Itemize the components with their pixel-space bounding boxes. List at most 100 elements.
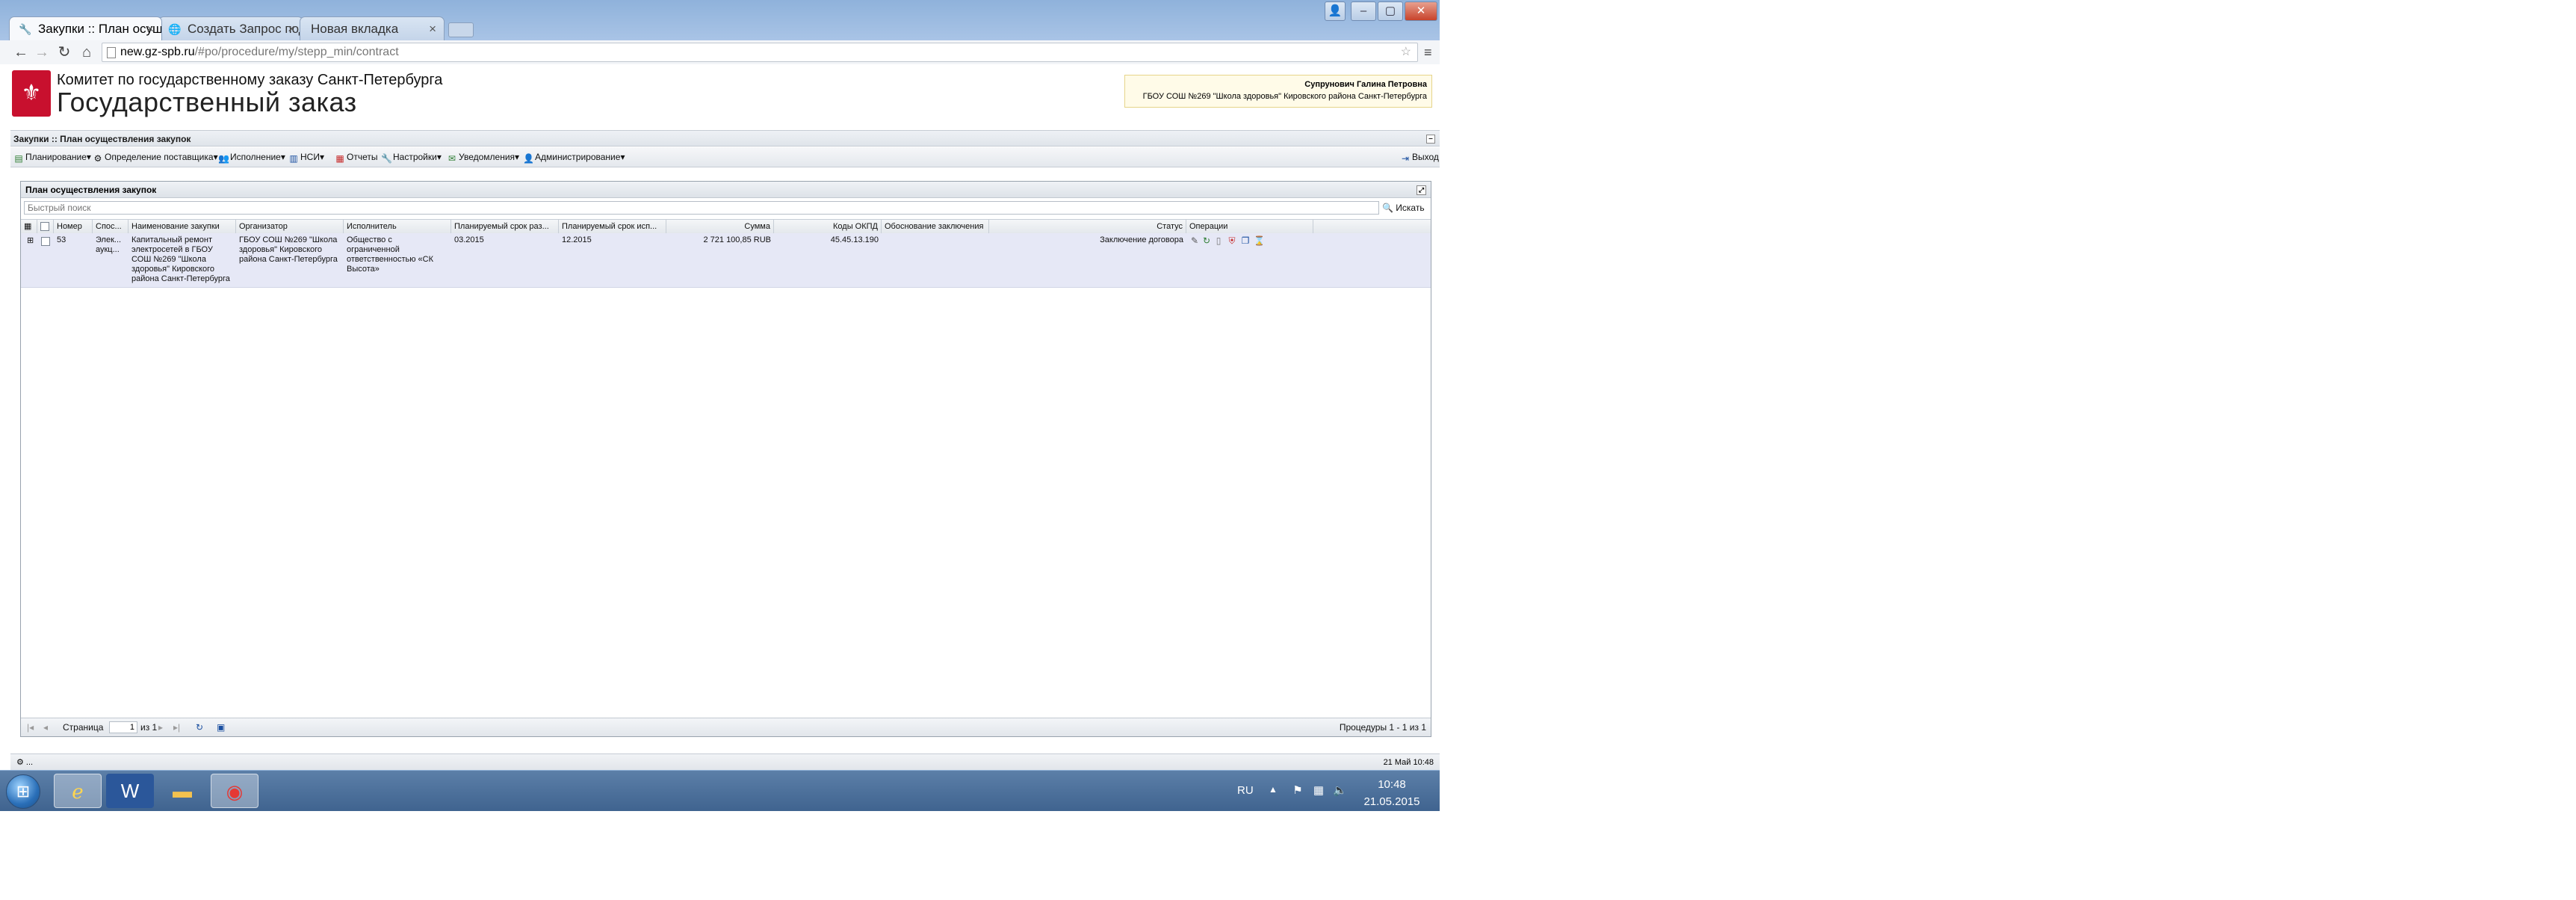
tab-new-tab[interactable]: Новая вкладка × [300,16,445,40]
globe-icon: 🌐 [168,23,182,35]
menu-icon[interactable]: ≡ [1424,45,1436,60]
close-icon[interactable]: × [288,17,295,40]
menu-administration[interactable]: 👤Администрирование▾ [523,150,625,164]
user-name: Супрунович Галина Петровна [1304,80,1427,89]
col-placement-term[interactable]: Планируемый срок раз... [451,220,559,233]
menu-execution[interactable]: 👥Исполнение▾ [218,150,285,164]
next-page-icon[interactable]: ▸ [158,721,163,733]
window-close-button[interactable]: ✕ [1405,1,1437,21]
col-method[interactable]: Спос... [93,220,129,233]
records-summary: Процедуры 1 - 1 из 1 [1339,722,1426,733]
home-icon[interactable]: ⌂ [78,43,96,61]
wrench-icon: 🔧 [19,23,32,35]
network-icon[interactable]: ▦ [1312,784,1325,798]
refresh-icon[interactable]: ↻ [196,721,203,733]
panel-title: План осуществления закупок [25,185,157,195]
tab-label: Новая вкладка [311,22,399,36]
menu-reports[interactable]: ▦ Отчеты [335,150,377,164]
address-bar[interactable]: new.gz-spb.ru/#po/procedure/my/stepp_min… [102,43,1418,62]
user-info-box: Супрунович Галина Петровна ГБОУ СОШ №269… [1124,75,1432,108]
col-number[interactable]: Номер [54,220,93,233]
page-total-label: из 1 [140,722,158,733]
grid-header: ▦ Номер Спос... Наименование закупки Орг… [21,219,1431,234]
document-icon[interactable]: ▯ [1213,235,1224,246]
tab-label: Закупки :: План осущ [38,22,162,36]
save-icon[interactable]: ▣ [217,721,225,733]
menu-notifications[interactable]: ✉ Уведомления▾ [447,150,519,164]
status-left: ⚙ ... [16,758,34,767]
hourglass-icon[interactable]: ⌛ [1254,235,1265,246]
collapse-icon[interactable]: – [1426,135,1435,144]
select-all-checkbox[interactable] [40,222,49,231]
word-icon[interactable]: W [106,774,154,808]
logout-button[interactable]: ⇥ Выход [1400,150,1439,164]
quick-search-input[interactable] [24,201,1379,215]
clock-time[interactable]: 10:48 [1360,778,1424,791]
table-row[interactable]: ⊞ 53 Элек... аукц... Капитальный ремонт … [21,233,1431,288]
maximize-button[interactable]: ▢ [1378,1,1403,21]
tab-create-request[interactable]: 🌐 Создать Запрос под × [158,16,303,40]
search-icon: 🔍 [1382,203,1393,213]
cell-execution-term: 12.2015 [562,235,592,244]
tab-label: Создать Запрос под [188,22,303,36]
first-page-icon[interactable]: |◂ [27,721,34,733]
language-indicator[interactable]: RU [1237,784,1254,797]
cell-placement-term: 03.2015 [454,235,484,244]
cell-method: Элек... аукц... [96,235,122,254]
close-icon[interactable]: × [429,17,436,40]
col-executor[interactable]: Исполнитель [344,220,451,233]
clock-date[interactable]: 21.05.2015 [1360,795,1424,808]
url-path: /#po/procedure/my/stepp_min/contract [194,46,399,58]
menu-planning[interactable]: ▤ Планирование▾ [13,150,91,164]
page-icon [107,47,116,58]
page-number-input[interactable] [109,721,137,733]
col-justification[interactable]: Обоснование заключения [882,220,989,233]
copy-icon[interactable]: ❐ [1240,235,1251,246]
url-host: new.gz-spb.ru [120,46,195,58]
gear-icon: ⚙ [93,153,102,164]
maximize-icon[interactable]: ⤢ [1417,185,1426,195]
volume-icon[interactable]: 🔈 [1333,784,1347,798]
col-organizer[interactable]: Организатор [236,220,344,233]
refresh-icon[interactable]: ↻ [1201,235,1212,246]
close-icon[interactable]: × [146,17,154,40]
start-button[interactable]: ⊞ [6,774,40,809]
user-organization: ГБОУ СОШ №269 "Школа здоровья" Кировског… [1142,92,1427,101]
col-name[interactable]: Наименование закупки [129,220,236,233]
new-tab-button[interactable] [448,22,474,37]
search-button[interactable]: 🔍 Искать [1382,201,1425,215]
reload-icon[interactable]: ↻ [55,43,73,61]
chrome-icon[interactable]: ◉ [211,774,258,808]
last-page-icon[interactable]: ▸| [173,721,180,733]
forward-icon[interactable]: → [33,43,51,61]
col-status[interactable]: Статус [989,220,1186,233]
star-icon[interactable]: ☆ [1401,43,1411,61]
logout-icon: ⇥ [1401,153,1410,164]
user-icon[interactable]: 👤 [1325,1,1346,21]
minimize-button[interactable]: – [1351,1,1376,21]
tray-expand-icon[interactable]: ▲ [1269,784,1278,795]
emblem-icon[interactable]: ⛨ [1227,235,1237,246]
status-bar: ⚙ ... 21 Май 10:48 [10,753,1440,771]
col-operations[interactable]: Операции [1186,220,1313,233]
col-amount[interactable]: Сумма [666,220,774,233]
app-header: ⚜ Комитет по государственному заказу Сан… [0,64,1440,129]
col-okpd[interactable]: Коды ОКПД [774,220,882,233]
edit-icon[interactable]: ✎ [1189,235,1200,246]
table-icon: ▤ [14,153,23,164]
cell-amount: 2 721 100,85 RUB [703,235,771,244]
menu-nsi[interactable]: ▥ НСИ▾ [288,150,324,164]
menu-settings[interactable]: 🔧Настройки▾ [381,150,442,164]
folder-icon[interactable]: ▬ [158,774,206,808]
col-execution-term[interactable]: Планируемый срок исп... [559,220,666,233]
back-icon[interactable]: ← [12,43,30,61]
expand-row-icon[interactable]: ⊞ [24,236,37,246]
internet-explorer-icon[interactable]: ℯ [54,774,102,808]
tab-purchases[interactable]: 🔧 Закупки :: План осущ × [9,16,162,40]
flag-icon[interactable]: ⚑ [1291,784,1304,798]
prev-page-icon[interactable]: ◂ [43,721,48,733]
menu-supplier[interactable]: ⚙ Определение поставщика▾ [93,150,218,164]
report-icon: ▦ [335,153,344,164]
row-checkbox[interactable] [41,237,50,246]
column-settings-icon[interactable]: ▦ [21,220,37,233]
